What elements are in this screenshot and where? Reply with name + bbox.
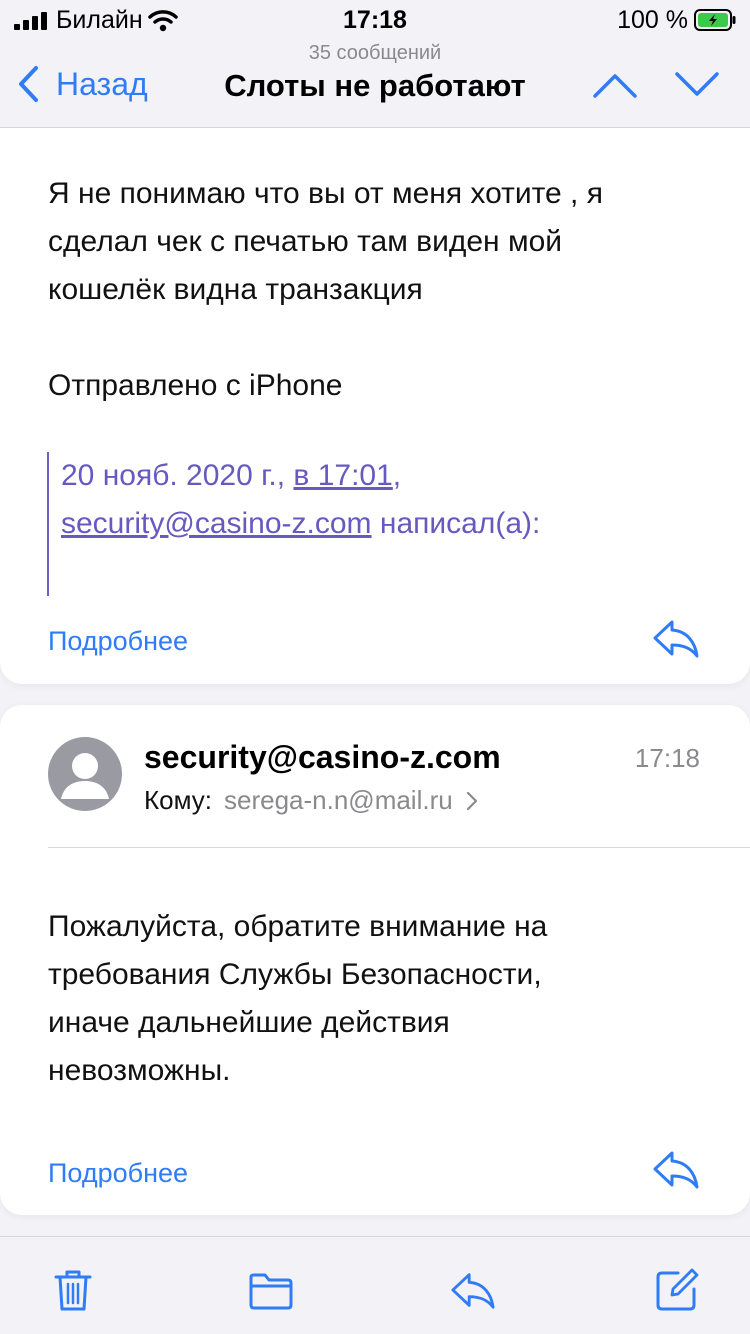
battery-percent: 100 % [617, 6, 688, 34]
body-line: требования Службы Безопасности, [48, 958, 542, 991]
more-link[interactable]: Подробнее [48, 1158, 188, 1189]
bottom-toolbar [0, 1236, 750, 1334]
reply-icon[interactable] [652, 1149, 700, 1189]
compose-icon[interactable] [654, 1267, 700, 1313]
body-line: иначе дальнейшие действия [48, 1006, 450, 1039]
quote-email-link[interactable]: security@casino-z.com [61, 507, 372, 540]
reply-icon[interactable] [450, 1267, 496, 1313]
down-arrow-icon[interactable] [674, 68, 720, 102]
message-body: Я не понимаю что вы от меня хотите , я с… [48, 170, 708, 314]
status-bar: Билайн 17:18 100 % [0, 0, 750, 44]
header-divider [48, 847, 750, 848]
message-card-current: security@casino-z.com 17:18 Кому: serega… [0, 705, 750, 1215]
body-line: кошелёк видна транзакция [48, 273, 423, 306]
message-time: 17:18 [634, 743, 700, 773]
trash-icon[interactable] [50, 1267, 96, 1313]
body-line: Я не понимаю что вы от меня хотите , я [48, 177, 603, 210]
quote-separator: , [392, 459, 402, 492]
chevron-right-icon [466, 791, 477, 810]
signature: Отправлено с iPhone [48, 369, 343, 402]
message-body: Пожалуйста, обратите внимание на требова… [48, 903, 708, 1095]
battery-icon [694, 9, 736, 31]
quote-time-link[interactable]: в 17:01 [293, 459, 392, 492]
message-count: 35 сообщений [308, 42, 442, 64]
sender-email[interactable]: security@casino-z.com [144, 739, 501, 776]
quote-wrote: написал(а): [379, 507, 541, 540]
up-arrow-icon[interactable] [592, 68, 638, 102]
recipient-address: serega-n.n@mail.ru [224, 785, 453, 815]
quote-date: 20 нояб. 2020 г., [61, 459, 286, 492]
body-line: сделал чек с печатью там виден мой [48, 225, 563, 258]
body-line: Пожалуйста, обратите внимание на [48, 910, 548, 943]
body-line: невозможны. [48, 1054, 231, 1087]
folder-icon[interactable] [248, 1267, 294, 1313]
to-label: Кому: [144, 785, 212, 815]
reply-icon[interactable] [652, 618, 700, 658]
more-link[interactable]: Подробнее [48, 626, 188, 657]
quote-header: 20 нояб. 2020 г., в 17:01, security@casi… [47, 452, 687, 596]
avatar-icon[interactable] [48, 737, 122, 811]
recipient-line[interactable]: Кому: serega-n.n@mail.ru [144, 785, 479, 816]
message-card-previous: Я не понимаю что вы от меня хотите , я с… [0, 100, 750, 684]
navigation-bar: 35 сообщений Назад Слоты не работают [0, 40, 750, 128]
